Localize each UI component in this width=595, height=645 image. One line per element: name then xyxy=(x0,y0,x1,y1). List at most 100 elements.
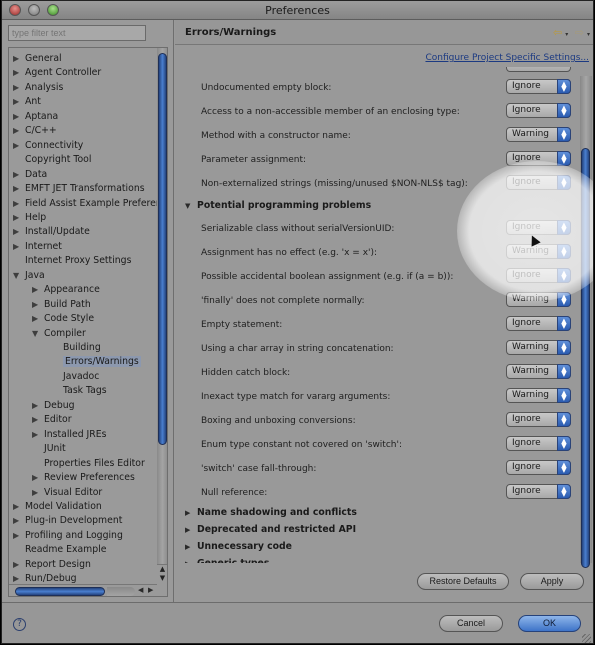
sidebar-item[interactable]: ▶ Profiling and Logging xyxy=(13,529,123,543)
collapsed-arrow-icon[interactable]: ▶ xyxy=(13,500,25,514)
sidebar-item[interactable]: ▶ Connectivity xyxy=(13,139,83,153)
sidebar-item[interactable]: ▶ Visual Editor xyxy=(32,486,102,500)
sidebar-item[interactable]: ▶ Review Preferences xyxy=(32,471,135,485)
settings-vertical-scrollbar[interactable] xyxy=(580,76,592,568)
sidebar-item[interactable]: Javadoc xyxy=(51,370,99,384)
resize-grip[interactable] xyxy=(582,634,591,643)
severity-select[interactable]: Warning ▲ ▼ xyxy=(506,127,571,142)
sidebar-item[interactable]: ▶ C/C++ xyxy=(13,124,57,138)
filter-input[interactable] xyxy=(8,25,146,41)
section-header[interactable]: ▶ Name shadowing and conflicts xyxy=(185,507,357,521)
configure-project-settings-link[interactable]: Configure Project Specific Settings... xyxy=(425,53,589,63)
cancel-button[interactable]: Cancel xyxy=(439,615,503,632)
sidebar-item[interactable]: Internet Proxy Settings xyxy=(13,254,131,268)
back-dropdown-icon[interactable]: ▾ xyxy=(565,31,568,38)
section-header[interactable]: ▶ Unnecessary code xyxy=(185,541,292,555)
severity-select[interactable]: Ignore ▲ ▼ xyxy=(506,103,571,118)
severity-select[interactable]: Ignore ▲ ▼ xyxy=(506,79,571,94)
forward-dropdown-icon[interactable]: ▾ xyxy=(587,31,590,38)
sidebar-item[interactable]: ▶ Install/Update xyxy=(13,225,90,239)
severity-select[interactable] xyxy=(506,67,571,72)
sidebar-item[interactable]: ▶ Help xyxy=(13,211,46,225)
collapsed-arrow-icon[interactable]: ▶ xyxy=(13,197,25,211)
sidebar-item[interactable]: ▶ Agent Controller xyxy=(13,66,101,80)
severity-select[interactable]: Warning ▲ ▼ xyxy=(506,388,571,403)
collapsed-arrow-icon[interactable]: ▶ xyxy=(32,399,44,413)
help-icon[interactable]: ? xyxy=(13,618,26,631)
sidebar-item[interactable]: ▶ Aptana xyxy=(13,110,58,124)
scroll-left-icon[interactable]: ◀ xyxy=(138,586,143,594)
section-toggle-icon[interactable]: ▼ xyxy=(185,202,197,210)
restore-defaults-button[interactable]: Restore Defaults xyxy=(417,573,509,590)
collapsed-arrow-icon[interactable]: ▶ xyxy=(13,52,25,66)
section-toggle-icon[interactable]: ▶ xyxy=(185,543,197,551)
collapsed-arrow-icon[interactable]: ▶ xyxy=(13,240,25,254)
collapsed-arrow-icon[interactable]: ▶ xyxy=(13,225,25,239)
sidebar-item[interactable]: ▶ General xyxy=(13,52,62,66)
severity-select[interactable]: Ignore ▲ ▼ xyxy=(506,412,571,427)
collapsed-arrow-icon[interactable]: ▶ xyxy=(13,514,25,528)
collapsed-arrow-icon[interactable]: ▶ xyxy=(13,211,25,225)
severity-select[interactable]: Warning ▲ ▼ xyxy=(506,364,571,379)
settings-scroll-thumb[interactable] xyxy=(581,148,590,568)
sidebar-item[interactable]: ▼ Compiler xyxy=(32,327,86,341)
section-toggle-icon[interactable]: ▶ xyxy=(185,526,197,534)
collapsed-arrow-icon[interactable]: ▶ xyxy=(32,486,44,500)
sidebar-item[interactable]: ▶ Code Style xyxy=(32,312,94,326)
sidebar-item[interactable]: Properties Files Editor xyxy=(32,457,145,471)
collapsed-arrow-icon[interactable]: ▶ xyxy=(13,168,25,182)
severity-select[interactable]: Ignore ▲ ▼ xyxy=(506,460,571,475)
sidebar-item[interactable]: Readme Example xyxy=(13,543,106,557)
collapsed-arrow-icon[interactable]: ▶ xyxy=(13,95,25,109)
sidebar-item[interactable]: ▶ Editor xyxy=(32,413,72,427)
collapsed-arrow-icon[interactable]: ▶ xyxy=(13,558,25,572)
severity-select[interactable]: Warning ▲ ▼ xyxy=(506,292,571,307)
back-arrow-icon[interactable]: ⇦ xyxy=(553,26,562,39)
expanded-arrow-icon[interactable]: ▼ xyxy=(32,327,44,341)
sidebar-item[interactable]: ▶ Debug xyxy=(32,399,75,413)
section-toggle-icon[interactable]: ▶ xyxy=(185,509,197,517)
collapsed-arrow-icon[interactable]: ▶ xyxy=(13,110,25,124)
collapsed-arrow-icon[interactable]: ▶ xyxy=(13,139,25,153)
sidebar-item[interactable]: ▶ Field Assist Example Preferences xyxy=(13,197,167,211)
sidebar-item[interactable]: JUnit xyxy=(32,442,66,456)
apply-button[interactable]: Apply xyxy=(520,573,584,590)
collapsed-arrow-icon[interactable]: ▶ xyxy=(32,428,44,442)
section-header[interactable]: ▶ Deprecated and restricted API xyxy=(185,524,356,538)
severity-select[interactable]: Ignore ▲ ▼ xyxy=(506,220,571,235)
ok-button[interactable]: OK xyxy=(518,615,581,632)
sidebar-item[interactable]: ▶ Model Validation xyxy=(13,500,102,514)
sidebar-item[interactable]: Task Tags xyxy=(51,384,107,398)
sidebar-item[interactable]: ▶ Ant xyxy=(13,95,41,109)
severity-select[interactable]: Ignore ▲ ▼ xyxy=(506,175,571,190)
severity-select[interactable]: Ignore ▲ ▼ xyxy=(506,484,571,499)
sidebar-item[interactable]: ▼ Java xyxy=(13,269,45,283)
collapsed-arrow-icon[interactable]: ▶ xyxy=(32,298,44,312)
sidebar-item[interactable]: ▶ EMFT JET Transformations xyxy=(13,182,145,196)
severity-select[interactable]: Ignore ▲ ▼ xyxy=(506,268,571,283)
collapsed-arrow-icon[interactable]: ▶ xyxy=(13,81,25,95)
tree-horizontal-scroll-thumb[interactable] xyxy=(15,587,105,596)
collapsed-arrow-icon[interactable]: ▶ xyxy=(32,471,44,485)
sidebar-item[interactable]: ▶ Build Path xyxy=(32,298,91,312)
sidebar-item[interactable]: Copyright Tool xyxy=(13,153,91,167)
severity-select[interactable]: Warning ▲ ▼ xyxy=(506,244,571,259)
collapsed-arrow-icon[interactable]: ▶ xyxy=(32,413,44,427)
severity-select[interactable]: Ignore ▲ ▼ xyxy=(506,151,571,166)
tree-scroll-arrows[interactable]: ▲ ▼ xyxy=(157,564,167,584)
collapsed-arrow-icon[interactable]: ▶ xyxy=(32,312,44,326)
tree-horizontal-scrollbar[interactable]: ◀ ▶ xyxy=(9,584,157,596)
section-header[interactable]: ▼ Potential programming problems xyxy=(185,200,371,214)
expanded-arrow-icon[interactable]: ▼ xyxy=(13,269,25,283)
collapsed-arrow-icon[interactable]: ▶ xyxy=(13,182,25,196)
section-header[interactable]: ▶Generic types xyxy=(185,558,269,563)
scroll-right-icon[interactable]: ▶ xyxy=(148,586,153,594)
sidebar-item[interactable]: ▶ Analysis xyxy=(13,81,63,95)
section-toggle-icon[interactable]: ▶ xyxy=(185,560,197,563)
sidebar-item[interactable]: ▶ Report Design xyxy=(13,558,91,572)
severity-select[interactable]: Ignore ▲ ▼ xyxy=(506,436,571,451)
sidebar-item[interactable]: ▶ Internet xyxy=(13,240,62,254)
collapsed-arrow-icon[interactable]: ▶ xyxy=(13,529,25,543)
sidebar-item[interactable]: ▶ Installed JREs xyxy=(32,428,106,442)
collapsed-arrow-icon[interactable]: ▶ xyxy=(13,124,25,138)
